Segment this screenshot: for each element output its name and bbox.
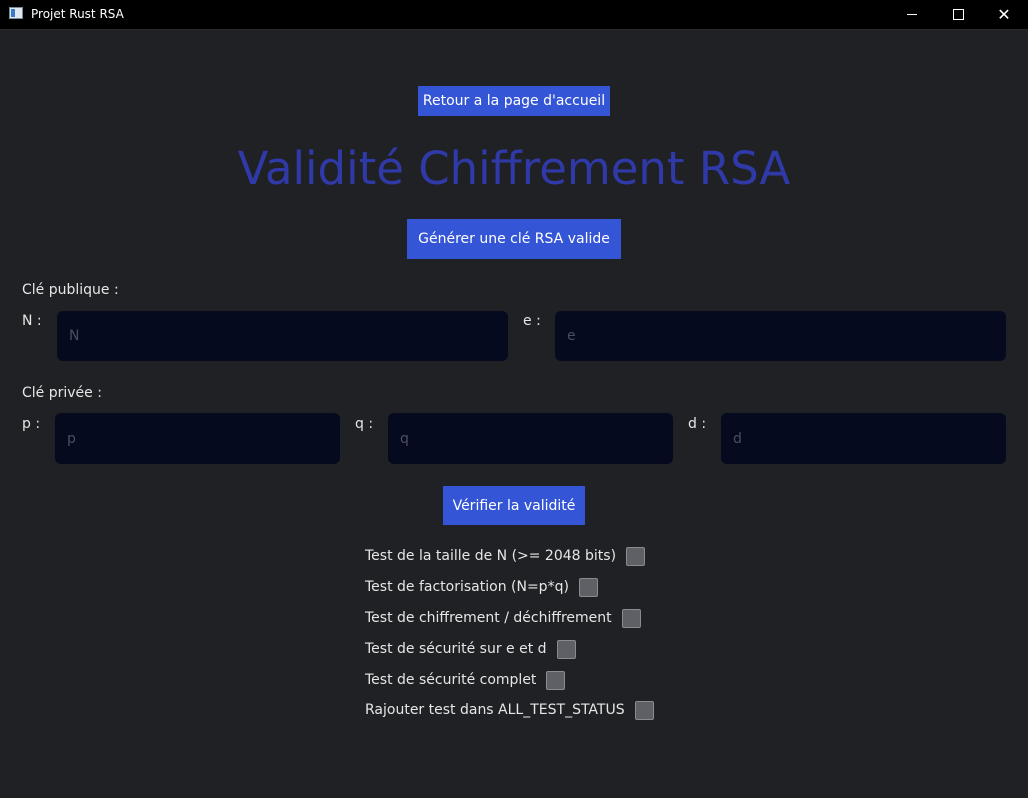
- test-label: Test de sécurité sur e et d: [365, 641, 547, 657]
- test-row-add-test: Rajouter test dans ALL_TEST_STATUS: [365, 699, 654, 721]
- n-label: N :: [22, 313, 42, 329]
- test-row-e-d-security: Test de sécurité sur e et d: [365, 638, 576, 660]
- test-label: Test de chiffrement / déchiffrement: [365, 610, 612, 626]
- test-checkbox-full-security[interactable]: [546, 670, 566, 690]
- test-label: Test de factorisation (N=p*q): [365, 579, 569, 595]
- close-icon: ✕: [997, 4, 1011, 24]
- d-input[interactable]: [721, 413, 1006, 464]
- private-key-heading: Clé privée :: [22, 385, 102, 401]
- e-input[interactable]: [555, 311, 1006, 361]
- q-input[interactable]: [388, 413, 673, 464]
- p-input[interactable]: [55, 413, 340, 464]
- test-row-encryption: Test de chiffrement / déchiffrement: [365, 607, 641, 629]
- maximize-icon: [952, 9, 964, 20]
- minimize-icon: [907, 14, 917, 15]
- test-label: Test de sécurité complet: [365, 672, 537, 688]
- test-row-n-size: Test de la taille de N (>= 2048 bits): [365, 545, 646, 567]
- test-checkbox-e-d-security[interactable]: [556, 639, 576, 659]
- test-label: Rajouter test dans ALL_TEST_STATUS: [365, 702, 625, 718]
- window-titlebar: Projet Rust RSA ✕: [0, 0, 1028, 30]
- window-title: Projet Rust RSA: [31, 7, 124, 21]
- home-button[interactable]: Retour a la page d'accueil: [418, 86, 610, 116]
- app-icon: [9, 7, 23, 19]
- n-input[interactable]: [57, 311, 508, 361]
- p-label: p :: [22, 416, 41, 432]
- close-button[interactable]: ✕: [981, 0, 1027, 29]
- generate-key-button[interactable]: Générer une clé RSA valide: [407, 219, 621, 259]
- maximize-button[interactable]: [935, 0, 981, 29]
- minimize-button[interactable]: [889, 0, 935, 29]
- test-checkbox-factorisation[interactable]: [578, 577, 598, 597]
- e-label: e :: [523, 313, 541, 329]
- test-checkbox-encryption[interactable]: [621, 608, 641, 628]
- q-label: q :: [355, 416, 374, 432]
- test-checkbox-n-size[interactable]: [626, 546, 646, 566]
- test-row-full-security: Test de sécurité complet: [365, 669, 566, 691]
- verify-button[interactable]: Vérifier la validité: [443, 486, 585, 525]
- public-key-heading: Clé publique :: [22, 282, 119, 298]
- test-row-factorisation: Test de factorisation (N=p*q): [365, 576, 598, 598]
- test-checkbox-add-test[interactable]: [634, 700, 654, 720]
- d-label: d :: [688, 416, 707, 432]
- test-label: Test de la taille de N (>= 2048 bits): [365, 548, 617, 564]
- page-title: Validité Chiffrement RSA: [237, 142, 791, 195]
